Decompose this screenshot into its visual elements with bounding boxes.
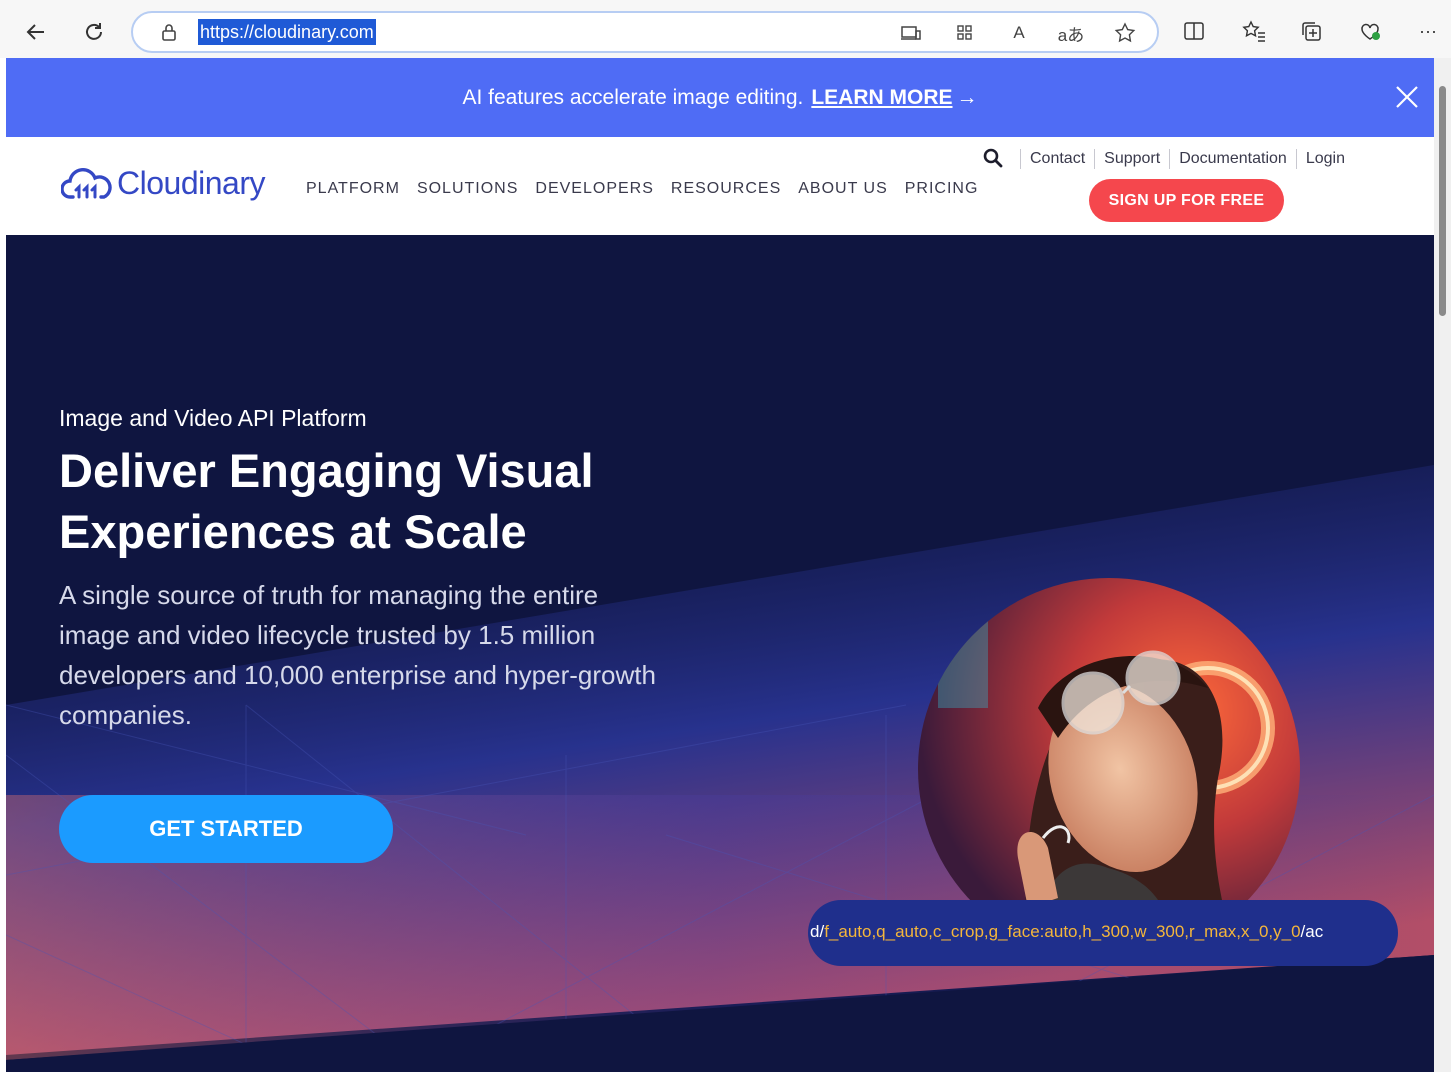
contact-link[interactable]: Contact	[1020, 149, 1094, 169]
transformation-url-text: d/f_auto,q_auto,c_crop,g_face:auto,h_300…	[810, 922, 1323, 942]
nav-about-us[interactable]: ABOUT US	[798, 180, 888, 198]
apps-icon[interactable]	[951, 20, 979, 46]
url-text[interactable]: https://cloudinary.com	[198, 19, 376, 45]
refresh-icon[interactable]	[76, 14, 112, 50]
read-aloud-icon[interactable]: A	[1005, 20, 1033, 46]
arrow-right-icon[interactable]: →	[957, 86, 978, 110]
cloudinary-logo[interactable]: Cloudinary	[61, 165, 265, 202]
more-options-icon[interactable]: ···	[1413, 16, 1443, 46]
hero-title: Deliver Engaging Visual Experiences at S…	[59, 440, 699, 562]
url-prefix: d/	[810, 922, 825, 941]
favorite-star-icon[interactable]	[1111, 20, 1139, 46]
close-icon[interactable]	[1392, 82, 1422, 112]
site-header: Cloudinary PLATFORM SOLUTIONS DEVELOPERS…	[6, 137, 1434, 235]
scrollbar-thumb[interactable]	[1439, 86, 1446, 316]
support-link[interactable]: Support	[1094, 149, 1169, 169]
announcement-bar: AI features accelerate image editing. LE…	[6, 58, 1434, 137]
announcement-text: AI features accelerate image editing.	[462, 85, 804, 109]
documentation-link[interactable]: Documentation	[1169, 149, 1296, 169]
utility-nav: Contact Support Documentation Login	[1020, 149, 1354, 169]
url-params: f_auto,q_auto,c_crop,g_face:auto,h_300,w…	[824, 922, 1301, 941]
favorites-icon[interactable]	[1239, 16, 1269, 46]
hero-title-line-2: Experiences at Scale	[59, 505, 527, 558]
browser-toolbar: https://cloudinary.com A aあ ···	[0, 0, 1451, 58]
address-bar[interactable]: https://cloudinary.com A aあ	[131, 11, 1159, 53]
transformation-url-pill: d/f_auto,q_auto,c_crop,g_face:auto,h_300…	[808, 900, 1398, 966]
nav-platform[interactable]: PLATFORM	[306, 180, 400, 198]
translate-icon[interactable]: aあ	[1057, 20, 1085, 46]
sign-up-button[interactable]: SIGN UP FOR FREE	[1089, 179, 1284, 222]
lock-icon[interactable]	[159, 22, 179, 42]
collections-icon[interactable]	[1297, 16, 1327, 46]
url-suffix: /ac	[1300, 922, 1324, 941]
main-nav: PLATFORM SOLUTIONS DEVELOPERS RESOURCES …	[306, 180, 995, 198]
search-icon[interactable]	[982, 147, 1004, 169]
cloud-logo-icon	[61, 167, 112, 199]
browser-essentials-icon[interactable]	[1355, 16, 1385, 46]
get-started-button[interactable]: GET STARTED	[59, 795, 393, 863]
login-link[interactable]: Login	[1295, 149, 1354, 169]
nav-pricing[interactable]: PRICING	[905, 180, 979, 198]
nav-developers[interactable]: DEVELOPERS	[535, 180, 653, 198]
hero-title-line-1: Deliver Engaging Visual	[59, 444, 594, 497]
learn-more-link[interactable]: LEARN MORE	[811, 86, 952, 110]
logo-text: Cloudinary	[117, 165, 265, 201]
hero-eyebrow: Image and Video API Platform	[59, 405, 367, 431]
back-icon[interactable]	[18, 14, 54, 50]
device-icon[interactable]	[897, 20, 925, 46]
hero-description: A single source of truth for managing th…	[59, 580, 656, 730]
nav-solutions[interactable]: SOLUTIONS	[417, 180, 518, 198]
hero-section: Image and Video API Platform Deliver Eng…	[6, 235, 1434, 1072]
nav-resources[interactable]: RESOURCES	[671, 180, 781, 198]
page-scrollbar[interactable]	[1434, 58, 1451, 1072]
split-screen-icon[interactable]	[1179, 16, 1209, 46]
